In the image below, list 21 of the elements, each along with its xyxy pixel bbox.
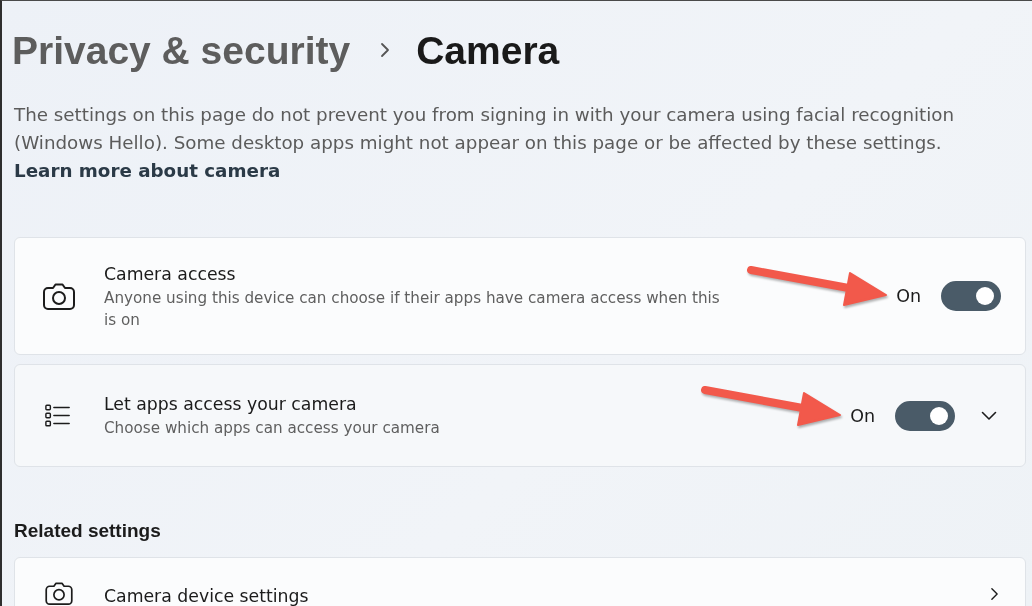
chevron-right-icon <box>380 42 391 58</box>
camera-icon <box>45 582 73 605</box>
chevron-right-icon <box>990 587 999 601</box>
section-heading: Related settings <box>14 519 162 543</box>
list-icon <box>45 404 70 427</box>
toggle-switch[interactable] <box>895 400 955 431</box>
breadcrumb-link[interactable]: Privacy & security <box>12 25 351 77</box>
camera-icon <box>43 282 75 310</box>
description-text: The settings on this page do not prevent you from signing in with your camera using facial recognition (Windows Hello). Some desktop apps might not appear on this page or be affected by these settings. Learn more about camera <box>14 103 956 183</box>
toggle-switch[interactable] <box>941 281 1001 311</box>
chevron-down-icon <box>981 410 997 421</box>
setting-title: Camera access <box>104 262 237 286</box>
learn-more-link[interactable]: Learn more about camera <box>14 160 281 181</box>
toggle-state-label: On <box>896 286 921 306</box>
page-title: Camera <box>416 27 560 74</box>
toggle-state-label: On <box>850 405 875 426</box>
setting-title: Let apps access your camera <box>104 393 358 416</box>
setting-description: Choose which apps can access your camera <box>104 418 440 439</box>
setting-title: Camera device settings <box>104 586 309 606</box>
related-setting-link[interactable]: Camera device settings <box>14 557 1026 606</box>
setting-description: Anyone using this device can choose if their apps have camera access when this is on <box>104 287 721 331</box>
